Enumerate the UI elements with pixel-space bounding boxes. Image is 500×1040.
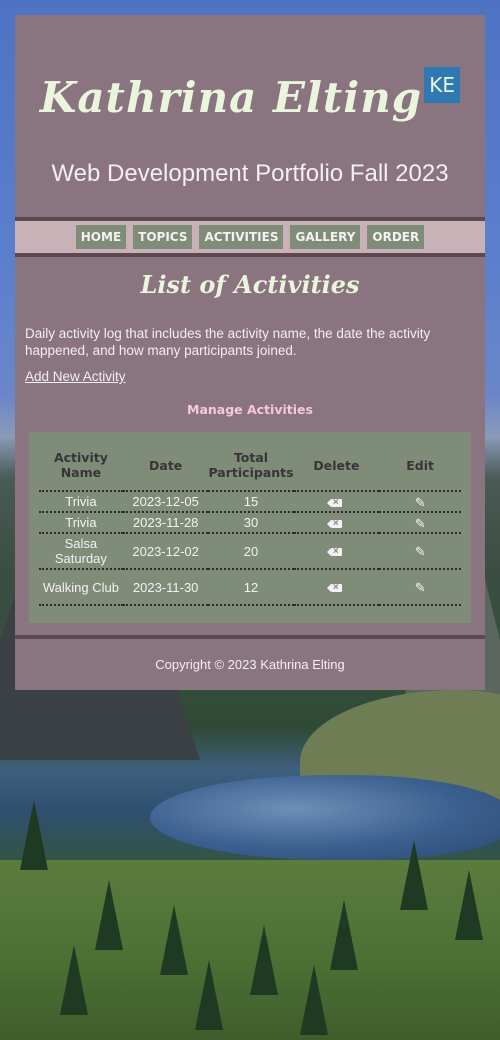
add-new-activity-link[interactable]: Add New Activity: [25, 369, 126, 384]
table-row: Walking Club 2023-11-30 12 ✎: [39, 568, 461, 606]
column-header-delete: Delete: [313, 457, 360, 473]
column-header-date: Date: [149, 457, 183, 473]
delete-icon[interactable]: [326, 544, 342, 559]
activity-name-cell: Trivia: [39, 490, 123, 512]
tree: [455, 870, 483, 940]
tree: [250, 925, 278, 995]
participants-cell: 15: [208, 490, 294, 512]
site-footer: Copyright © 2023 Kathrina Elting: [15, 635, 485, 690]
nav-order[interactable]: ORDER: [367, 225, 425, 249]
edit-pencil-icon[interactable]: ✎: [415, 495, 426, 510]
site-header: Kathrina Elting KE Web Development Portfo…: [15, 15, 485, 220]
site-title: Kathrina Elting KE: [15, 67, 485, 122]
edit-cell: ✎: [379, 532, 461, 569]
table-header-row: Activity Name Date Total Participants De…: [39, 450, 461, 491]
intro-text: Daily activity log that includes the act…: [25, 326, 431, 358]
delete-cell: [293, 511, 380, 533]
site-title-text: Kathrina Elting: [39, 73, 423, 122]
column-header-edit: Edit: [406, 457, 435, 473]
tree: [330, 900, 358, 970]
edit-pencil-icon[interactable]: ✎: [415, 544, 426, 559]
lake: [150, 775, 500, 860]
ke-logo: KE: [424, 67, 461, 103]
table-row: Salsa Saturday 2023-12-02 20 ✎: [39, 532, 461, 569]
nav-topics[interactable]: TOPICS: [133, 225, 193, 249]
date-cell: 2023-11-30: [122, 568, 209, 606]
manage-activities-heading: Manage Activities: [187, 402, 313, 417]
date-cell: 2023-11-28: [122, 511, 209, 533]
nav-activities[interactable]: ACTIVITIES: [199, 225, 284, 249]
delete-cell: [293, 532, 380, 569]
table-row: Trivia 2023-11-28 30 ✎: [39, 511, 461, 533]
tree: [20, 800, 48, 870]
delete-cell: [293, 568, 380, 606]
activities-table-panel: Activity Name Date Total Participants De…: [29, 432, 471, 623]
nav-home[interactable]: HOME: [75, 225, 127, 249]
main-nav: HOME TOPICS ACTIVITIES GALLERY ORDER: [15, 217, 485, 257]
edit-pencil-icon[interactable]: ✎: [415, 516, 426, 531]
column-header-activity-name: Activity Name: [53, 450, 108, 480]
activity-name-cell: Trivia: [39, 511, 123, 533]
edit-pencil-icon[interactable]: ✎: [415, 580, 426, 595]
edit-cell: ✎: [379, 490, 461, 512]
tree: [300, 965, 328, 1035]
tree: [60, 945, 88, 1015]
edit-cell: ✎: [379, 568, 461, 606]
delete-icon[interactable]: [326, 580, 342, 595]
delete-icon[interactable]: [326, 516, 342, 531]
activity-name-cell: Walking Club: [39, 568, 123, 606]
page-card: Kathrina Elting KE Web Development Portfo…: [15, 15, 485, 690]
page-title: List of Activities: [140, 270, 360, 299]
activities-table: Activity Name Date Total Participants De…: [39, 450, 461, 606]
delete-cell: [293, 490, 380, 512]
date-cell: 2023-12-05: [122, 490, 209, 512]
delete-icon[interactable]: [326, 495, 342, 510]
nav-gallery[interactable]: GALLERY: [290, 225, 361, 249]
activity-name-cell: Salsa Saturday: [39, 532, 123, 569]
table-row: Trivia 2023-12-05 15 ✎: [39, 490, 461, 512]
date-cell: 2023-12-02: [122, 532, 209, 569]
participants-cell: 30: [208, 511, 294, 533]
edit-cell: ✎: [379, 511, 461, 533]
participants-cell: 12: [208, 568, 294, 606]
column-header-total-participants: Total Participants: [208, 450, 294, 480]
tree: [195, 960, 223, 1030]
copyright-text: Copyright © 2023 Kathrina Elting: [155, 657, 345, 672]
site-subtitle: Web Development Portfolio Fall 2023: [51, 160, 449, 187]
tree: [95, 880, 123, 950]
participants-cell: 20: [208, 532, 294, 569]
tree: [160, 905, 188, 975]
tree: [400, 840, 428, 910]
